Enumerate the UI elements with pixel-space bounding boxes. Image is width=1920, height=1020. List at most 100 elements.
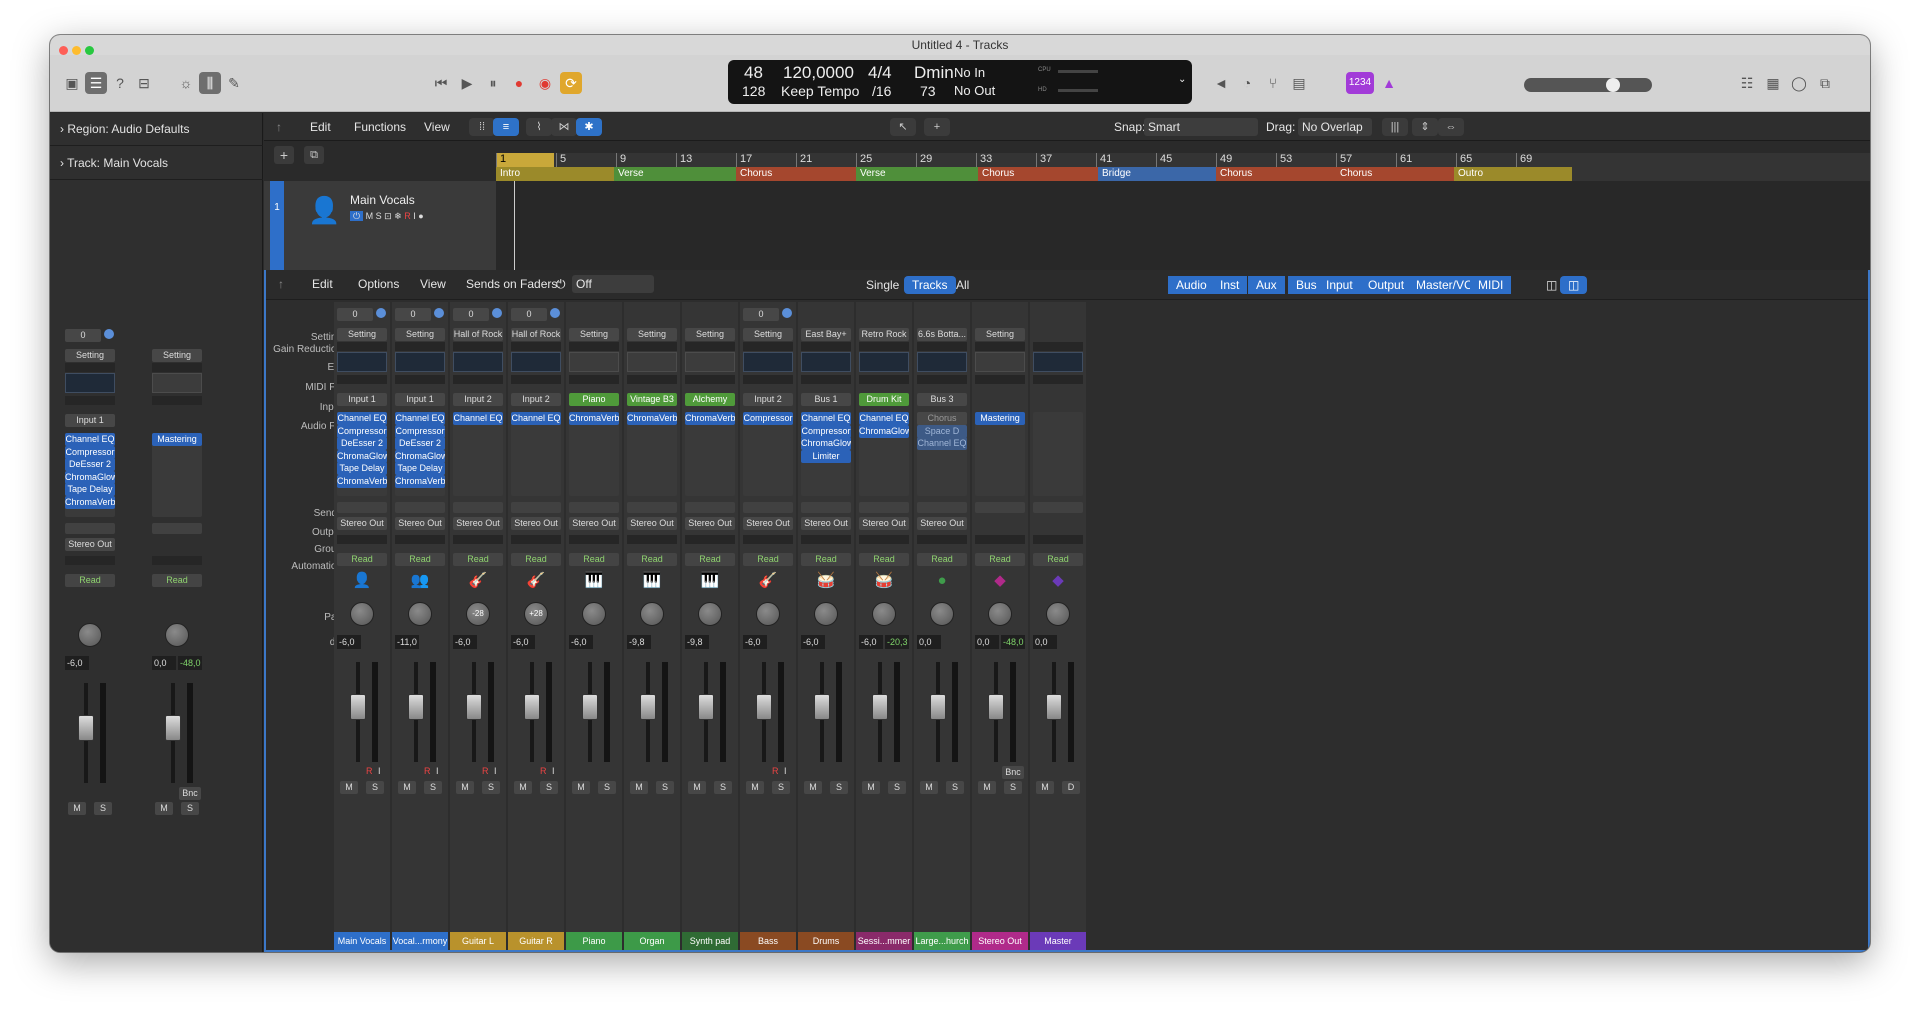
input-slot[interactable]: Input 1 xyxy=(395,393,445,406)
send-slot[interactable] xyxy=(801,502,851,513)
input-slot[interactable]: Vintage B3 xyxy=(627,393,677,406)
audio-fx-slot[interactable]: ChromaGlow xyxy=(801,437,851,450)
fader-cap[interactable] xyxy=(640,694,656,720)
solo-button[interactable]: S xyxy=(598,781,616,794)
automation-mode[interactable]: Read xyxy=(337,553,387,566)
score-icon[interactable]: ▤ xyxy=(1288,72,1310,94)
filter-inst[interactable]: Inst xyxy=(1212,276,1248,294)
solo-button[interactable]: S xyxy=(656,781,674,794)
volume-db[interactable]: -6,0 xyxy=(511,635,535,649)
pan-knob[interactable] xyxy=(872,602,896,626)
gain-knob-icon[interactable] xyxy=(434,308,444,318)
mute-button[interactable]: M xyxy=(978,781,996,794)
filter-midi[interactable]: MIDI xyxy=(1470,276,1512,294)
audio-fx-slot[interactable]: ChromaVerb xyxy=(627,412,677,425)
mixer-edit-menu[interactable]: Edit xyxy=(312,275,333,293)
track-lane[interactable] xyxy=(496,181,1870,270)
tracks-edit-menu[interactable]: Edit xyxy=(310,118,331,136)
fader-cap[interactable] xyxy=(756,694,772,720)
catch-icon[interactable]: ✱ xyxy=(576,118,602,136)
output-slot[interactable]: Stereo Out xyxy=(917,517,967,530)
setting-button[interactable]: Setting xyxy=(395,328,445,341)
midi-fx-slot[interactable] xyxy=(1033,375,1083,384)
ruler[interactable]: 1 5 9 13 17 21 25 29 33 37 41 45 49 53 57 61 65 69 Intro Ve… xyxy=(496,153,1870,181)
group-slot[interactable] xyxy=(801,535,851,544)
eq-thumbnail[interactable] xyxy=(801,352,851,372)
mute-button[interactable]: M xyxy=(398,781,416,794)
fader-area[interactable] xyxy=(508,658,564,768)
input-slot[interactable]: Piano xyxy=(569,393,619,406)
eq-thumbnail[interactable] xyxy=(453,352,503,372)
playhead[interactable] xyxy=(514,181,515,270)
volume-db[interactable]: -6,0 xyxy=(453,635,477,649)
output-slot[interactable]: Stereo Out xyxy=(685,517,735,530)
solo-button[interactable]: S xyxy=(482,781,500,794)
midi-fx-slot[interactable] xyxy=(975,375,1025,384)
group-slot[interactable] xyxy=(975,535,1025,544)
record-enable-button[interactable]: R xyxy=(772,766,782,776)
ruler-bar-number[interactable]: 29 xyxy=(916,153,932,167)
bounce-button[interactable]: Bnc xyxy=(179,787,201,800)
fader-area[interactable] xyxy=(149,679,205,789)
send-slot[interactable] xyxy=(569,502,619,513)
send-slot[interactable] xyxy=(859,502,909,513)
arrangement-marker[interactable]: Chorus xyxy=(736,167,856,181)
eq-thumbnail[interactable] xyxy=(1033,352,1083,372)
power-icon[interactable]: ⏻ xyxy=(556,275,566,293)
midi-fx-slot[interactable] xyxy=(453,375,503,384)
automation-mode[interactable]: Read xyxy=(743,553,793,566)
filter-audio[interactable]: Audio xyxy=(1168,276,1215,294)
gain-field[interactable]: 0 xyxy=(511,308,547,321)
setting-button[interactable]: Retro Rock xyxy=(859,328,909,341)
solo-button[interactable]: S xyxy=(830,781,848,794)
count-in-button[interactable]: 1234 xyxy=(1346,72,1374,94)
fader-area[interactable] xyxy=(798,658,854,768)
ruler-bar-number[interactable]: 25 xyxy=(856,153,872,167)
channel-name[interactable]: Drums xyxy=(798,932,854,950)
automation-mode[interactable]: Read xyxy=(65,574,115,587)
record-icon[interactable]: ● xyxy=(508,72,530,94)
filter-aux[interactable]: Aux xyxy=(1248,276,1285,294)
automation-mode[interactable]: Read xyxy=(627,553,677,566)
browser-icon[interactable]: ⧉ xyxy=(1814,72,1836,94)
automation-mode[interactable]: Read xyxy=(859,553,909,566)
editors-icon[interactable]: ✎ xyxy=(223,72,245,94)
audio-fx-slot[interactable]: Channel EQ xyxy=(65,433,115,446)
setting-button[interactable]: Hall of Rock xyxy=(453,328,503,341)
ruler-bar-number[interactable]: 17 xyxy=(736,153,752,167)
volume-db[interactable]: -9,8 xyxy=(685,635,709,649)
fader-area[interactable] xyxy=(914,658,970,768)
midi-fx-slot[interactable] xyxy=(743,375,793,384)
setting-button[interactable]: Setting xyxy=(152,349,202,362)
gain-field[interactable]: 0 xyxy=(337,308,373,321)
automation-icon[interactable]: ⌇ xyxy=(526,118,552,136)
group-slot[interactable] xyxy=(569,535,619,544)
mute-button[interactable]: M xyxy=(456,781,474,794)
inspector-icon[interactable]: ☰ xyxy=(85,72,107,94)
automation-mode[interactable]: Read xyxy=(917,553,967,566)
fader-area[interactable] xyxy=(566,658,622,768)
pan-knob[interactable] xyxy=(165,623,189,647)
channel-name[interactable]: Sessi...mmer xyxy=(856,932,912,950)
ruler-bar-number[interactable]: 61 xyxy=(1396,153,1412,167)
group-slot[interactable] xyxy=(152,556,202,565)
midi-fx-slot[interactable] xyxy=(917,375,967,384)
channel-name[interactable]: Synth pad xyxy=(682,932,738,950)
audio-fx-area[interactable] xyxy=(1033,412,1083,496)
output-slot[interactable]: Stereo Out xyxy=(627,517,677,530)
filter-input[interactable]: Input xyxy=(1318,276,1361,294)
audio-fx-slot[interactable]: Channel EQ xyxy=(801,412,851,425)
send-slot[interactable] xyxy=(685,502,735,513)
pan-knob[interactable] xyxy=(814,602,838,626)
eq-thumbnail[interactable] xyxy=(395,352,445,372)
quick-help-icon[interactable]: ? xyxy=(109,72,131,94)
gain-knob-icon[interactable] xyxy=(492,308,502,318)
fader-cap[interactable] xyxy=(1046,694,1062,720)
gain-field[interactable]: 0 xyxy=(453,308,489,321)
output-slot[interactable]: Stereo Out xyxy=(859,517,909,530)
pan-knob[interactable] xyxy=(640,602,664,626)
mixer-icon[interactable]: ⫼ xyxy=(199,72,221,94)
audio-fx-slot[interactable]: ChromaVerb xyxy=(685,412,735,425)
input-slot[interactable]: Input 2 xyxy=(511,393,561,406)
eq-thumbnail[interactable] xyxy=(65,373,115,393)
